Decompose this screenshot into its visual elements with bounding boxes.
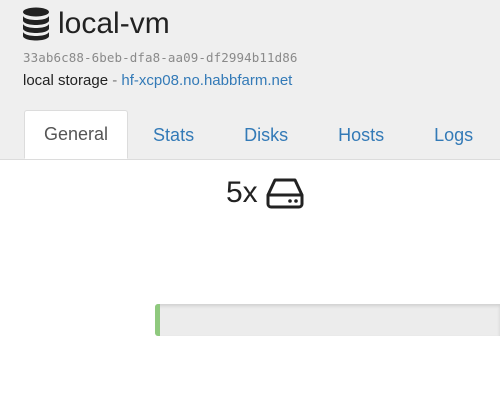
- tab-logs[interactable]: Logs: [409, 110, 498, 159]
- storage-usage-fill: [155, 304, 161, 336]
- tab-bar: General Stats Disks Hosts Logs: [24, 110, 498, 159]
- sr-title-row: local-vm: [22, 4, 170, 44]
- host-link[interactable]: hf-xcp08.no.habbfarm.net: [121, 72, 292, 89]
- sr-uuid[interactable]: 33ab6c88-6beb-dfa8-aa09-df2994b11d86: [23, 50, 298, 65]
- disk-count[interactable]: 5x: [226, 176, 304, 210]
- disk-count-value: 5x: [226, 176, 258, 209]
- tab-disks[interactable]: Disks: [219, 110, 313, 159]
- storage-usage-bar: [155, 304, 500, 336]
- sr-type: local storage: [23, 72, 109, 89]
- sr-host-line: local storage - hf-xcp08.no.habbfarm.net: [23, 72, 292, 89]
- tab-stats[interactable]: Stats: [128, 110, 219, 159]
- database-icon: [23, 7, 49, 41]
- tab-general[interactable]: General: [24, 110, 129, 159]
- hard-drive-icon: [266, 178, 304, 209]
- sr-name[interactable]: local-vm: [58, 9, 170, 39]
- separator: -: [112, 72, 118, 89]
- tab-hosts[interactable]: Hosts: [313, 110, 409, 159]
- page-header: local-vm 33ab6c88-6beb-dfa8-aa09-df2994b…: [0, 0, 500, 160]
